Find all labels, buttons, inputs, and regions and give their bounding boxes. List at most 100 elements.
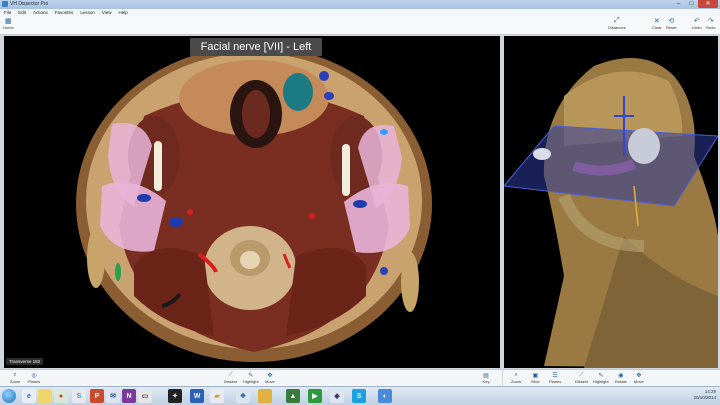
- zoom-button[interactable]: ⌕ Zoom: [10, 371, 21, 385]
- slice-toolbar: ⌕ Zoom ◎ Planes ⟋ Dissect ✎ Highlight ✥ …: [0, 369, 502, 386]
- clear-button[interactable]: ✕ Clear: [652, 17, 662, 30]
- transverse-slice-viewport[interactable]: Facial nerve [VII] - Left Transverse 182: [4, 36, 500, 368]
- structure-label: Facial nerve [VII] - Left: [190, 38, 322, 56]
- home-grid-icon: ▦: [5, 18, 12, 25]
- window-controls: – □ ✕: [672, 0, 718, 8]
- app-icon-6[interactable]: ◈: [330, 389, 344, 403]
- chrome-icon[interactable]: ●: [54, 389, 68, 403]
- app-icon-1[interactable]: ▭: [138, 389, 152, 403]
- ie-icon[interactable]: e: [22, 389, 36, 403]
- reset-button[interactable]: ⟲ Reset: [666, 17, 676, 30]
- title-bar: VH Dissector Pro – □ ✕: [0, 0, 720, 9]
- powerpoint-icon[interactable]: P: [90, 389, 104, 403]
- dissect-button[interactable]: ⟋ Dissect: [224, 371, 238, 385]
- menu-favorites[interactable]: Favorites: [55, 10, 74, 15]
- menu-bar: File Edit Actions Favorites Lesson View …: [0, 9, 720, 16]
- eraser-icon: ✕: [653, 18, 660, 25]
- system-clock[interactable]: 14:29 20/10/2014: [693, 389, 716, 401]
- menu-lesson[interactable]: Lesson: [80, 10, 95, 15]
- maximize-button[interactable]: □: [685, 0, 698, 8]
- reset-label: Reset: [666, 25, 677, 30]
- mail-icon[interactable]: ✉: [106, 389, 120, 403]
- 3d-model-viewport[interactable]: [504, 36, 718, 368]
- planes-button[interactable]: ◎ Planes: [28, 371, 41, 385]
- menu-actions[interactable]: Actions: [33, 10, 48, 15]
- folder-icon[interactable]: ▰: [210, 389, 224, 403]
- dissect-label: Dissect: [224, 379, 238, 384]
- magnifier-icon: ⌕: [514, 371, 518, 378]
- key-button[interactable]: ▤ Key: [482, 371, 490, 385]
- app-icon-5[interactable]: ▲: [286, 389, 300, 403]
- menu-help[interactable]: Help: [119, 10, 128, 15]
- minimize-button[interactable]: –: [672, 0, 685, 8]
- model-toolbar: ⌕ Zoom ▣ Slice ☰ Planes ⟋ Dissect ✎ High…: [503, 369, 720, 386]
- undo-label: Undo: [692, 25, 702, 30]
- undo-icon: ↶: [693, 18, 700, 25]
- redo-label: Redo: [706, 25, 716, 30]
- redo-button[interactable]: ↷ Redo: [706, 17, 716, 30]
- model-highlight-button[interactable]: ✎ Highlight: [593, 371, 609, 385]
- model-dissect-button[interactable]: ⟋ Dissect: [575, 371, 589, 385]
- move-icon: ✥: [267, 372, 273, 379]
- eye-rotate-icon: ◉: [618, 372, 624, 379]
- slice-label: Transverse 182: [6, 358, 44, 365]
- menu-view[interactable]: View: [102, 10, 112, 15]
- app-icon-7[interactable]: ◐: [378, 389, 392, 403]
- windows-taskbar: e ● S P ✉ N ▭ ✦ W ▰ ❖ ▲ ▶ ◈ S ◐ 14:29 20…: [0, 386, 720, 405]
- redo-icon: ↷: [707, 18, 714, 25]
- 3d-head-model-image[interactable]: [504, 36, 718, 368]
- model-zoom-button[interactable]: ⌕ Zoom: [511, 371, 522, 385]
- app-icon-3[interactable]: ❖: [236, 389, 250, 403]
- move-icon: ✥: [636, 372, 642, 379]
- zoom-label: Zoom: [10, 379, 21, 384]
- app-logo-icon: [2, 1, 8, 7]
- move-button[interactable]: ✥ Move: [265, 371, 275, 385]
- ribbon-toolbar: ▦ Home ⤢ Distances ✕ Clear ⟲ Reset ↶ Und…: [0, 16, 720, 35]
- model-planes-button[interactable]: ☰ Planes: [549, 371, 562, 385]
- planes-icon: ◎: [31, 372, 37, 379]
- rotate-label: Rotate: [615, 379, 627, 384]
- menu-file[interactable]: File: [4, 10, 11, 15]
- home-button[interactable]: ▦ Home: [3, 17, 14, 30]
- sliders-icon: ☰: [552, 372, 558, 379]
- key-label: Key: [482, 379, 490, 384]
- start-button[interactable]: [2, 389, 16, 403]
- model-zoom-label: Zoom: [511, 379, 522, 384]
- word-icon[interactable]: W: [190, 389, 204, 403]
- slice-button[interactable]: ▣ Slice: [531, 371, 540, 385]
- model-planes-label: Planes: [549, 379, 562, 384]
- model-highlight-label: Highlight: [593, 379, 609, 384]
- home-label: Home: [3, 25, 14, 30]
- clear-label: Clear: [652, 25, 662, 30]
- pen-icon: ✎: [248, 372, 254, 379]
- skype-taskbar-icon[interactable]: S: [352, 389, 366, 403]
- scalpel-icon: ⟋: [579, 371, 584, 378]
- head-cross-section-image[interactable]: [4, 36, 500, 368]
- model-move-label: Move: [634, 379, 644, 384]
- slice-label-button: Slice: [531, 379, 540, 384]
- planes-label: Planes: [28, 379, 41, 384]
- move-label: Move: [265, 379, 275, 384]
- window-title: VH Dissector Pro: [10, 1, 49, 7]
- slice-icon: ▣: [532, 372, 539, 379]
- highlight-button[interactable]: ✎ Highlight: [243, 371, 259, 385]
- skype-icon[interactable]: S: [72, 389, 86, 403]
- app-icon-4[interactable]: [258, 389, 272, 403]
- close-button[interactable]: ✕: [698, 0, 718, 8]
- media-play-icon[interactable]: ▶: [308, 389, 322, 403]
- distances-button[interactable]: ⤢ Distances: [608, 17, 626, 30]
- reset-icon: ⟲: [668, 18, 675, 25]
- rotate-button[interactable]: ◉ Rotate: [615, 371, 627, 385]
- menu-edit[interactable]: Edit: [18, 10, 26, 15]
- model-dissect-label: Dissect: [575, 379, 589, 384]
- model-move-button[interactable]: ✥ Move: [634, 371, 644, 385]
- ruler-icon: ⤢: [613, 17, 620, 24]
- key-icon: ▤: [483, 372, 489, 379]
- onenote-icon[interactable]: N: [122, 389, 136, 403]
- pen-icon: ✎: [598, 372, 604, 379]
- undo-button[interactable]: ↶ Undo: [692, 17, 702, 30]
- scalpel-icon: ⟋: [228, 371, 233, 378]
- highlight-label: Highlight: [243, 379, 259, 384]
- app-icon-2[interactable]: ✦: [168, 389, 182, 403]
- explorer-icon[interactable]: [38, 389, 52, 403]
